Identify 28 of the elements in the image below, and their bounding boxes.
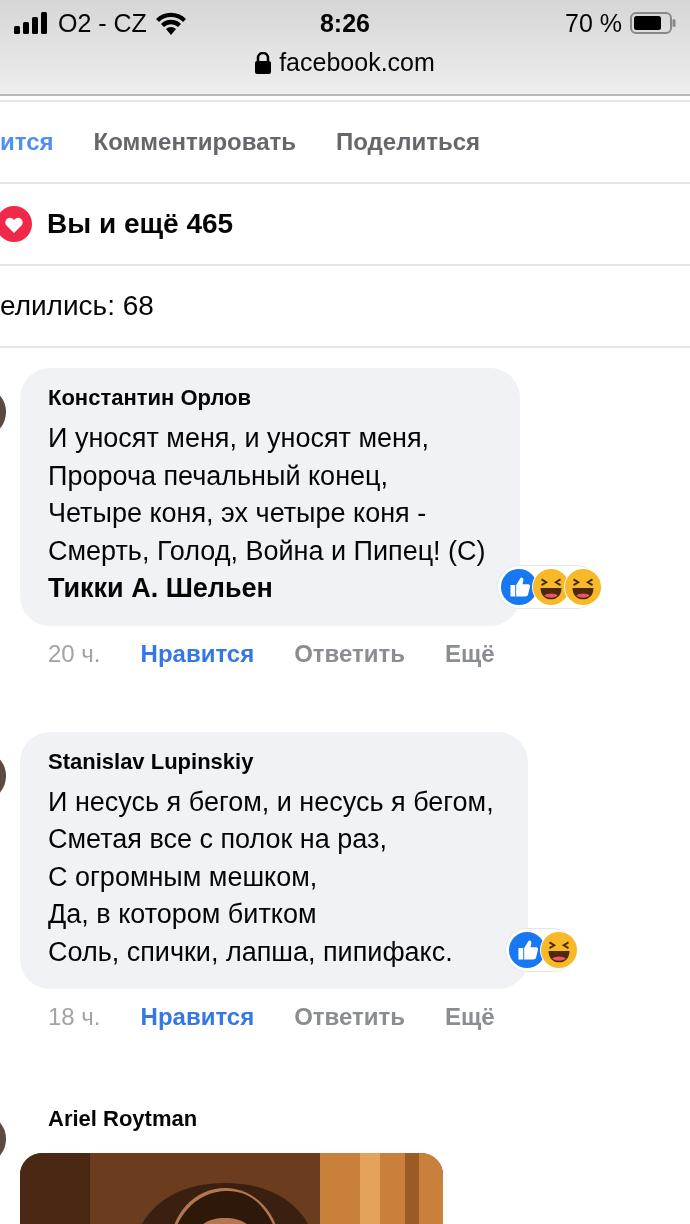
carrier-name: O2 - CZ: [58, 8, 147, 38]
comment-time: 20 ч.: [48, 639, 101, 668]
comment-action-link[interactable]: Ответить: [294, 1003, 406, 1031]
battery-icon: [630, 12, 676, 34]
battery-percent: 70 %: [565, 8, 622, 38]
wifi-icon: [154, 11, 187, 35]
laughing-emoji-icon: [539, 931, 578, 969]
clock-time: 8:26: [319, 8, 370, 38]
comment-action-link[interactable]: Нравится: [140, 639, 255, 668]
post-action-button[interactable]: Поделиться: [336, 128, 481, 156]
comment-author[interactable]: Ariel Roytman: [48, 1105, 198, 1133]
reactions-summary[interactable]: Вы и ещё 465: [47, 208, 234, 240]
comment-action-link[interactable]: Ответить: [294, 639, 406, 668]
comment-text: И уносят меня, и уносят меня, Пророча печальный конец, Четыре коня, эх четыре коня - Смерть, Голод, Война и Пипец! (С) Тикки А. Шельен: [48, 422, 486, 605]
comment-action-link[interactable]: Нравится: [140, 1003, 255, 1031]
comment-action-link[interactable]: Ещё: [445, 1003, 495, 1031]
comment-text: И несусь я бегом, и несусь я бегом, Сметая все с полок на раз, С огромным мешком, Да, в котором битком Соль, спички, лапша, пипифакс.: [48, 785, 494, 969]
lock-icon: [255, 51, 272, 74]
comment-time: 18 ч.: [48, 1003, 101, 1031]
shares-count[interactable]: елились: 68: [0, 290, 154, 322]
laughing-emoji-icon: [563, 567, 602, 606]
comment-action-link[interactable]: Ещё: [445, 639, 495, 668]
post-action-button[interactable]: Комментировать: [93, 128, 296, 156]
url-text[interactable]: facebook.com: [279, 48, 435, 77]
signal-icon: [14, 12, 50, 34]
comment-author[interactable]: Константин Орлов: [48, 384, 252, 412]
post-action-button[interactable]: ится: [0, 128, 54, 156]
comment-author[interactable]: Stanislav Lupinskiy: [48, 747, 254, 776]
